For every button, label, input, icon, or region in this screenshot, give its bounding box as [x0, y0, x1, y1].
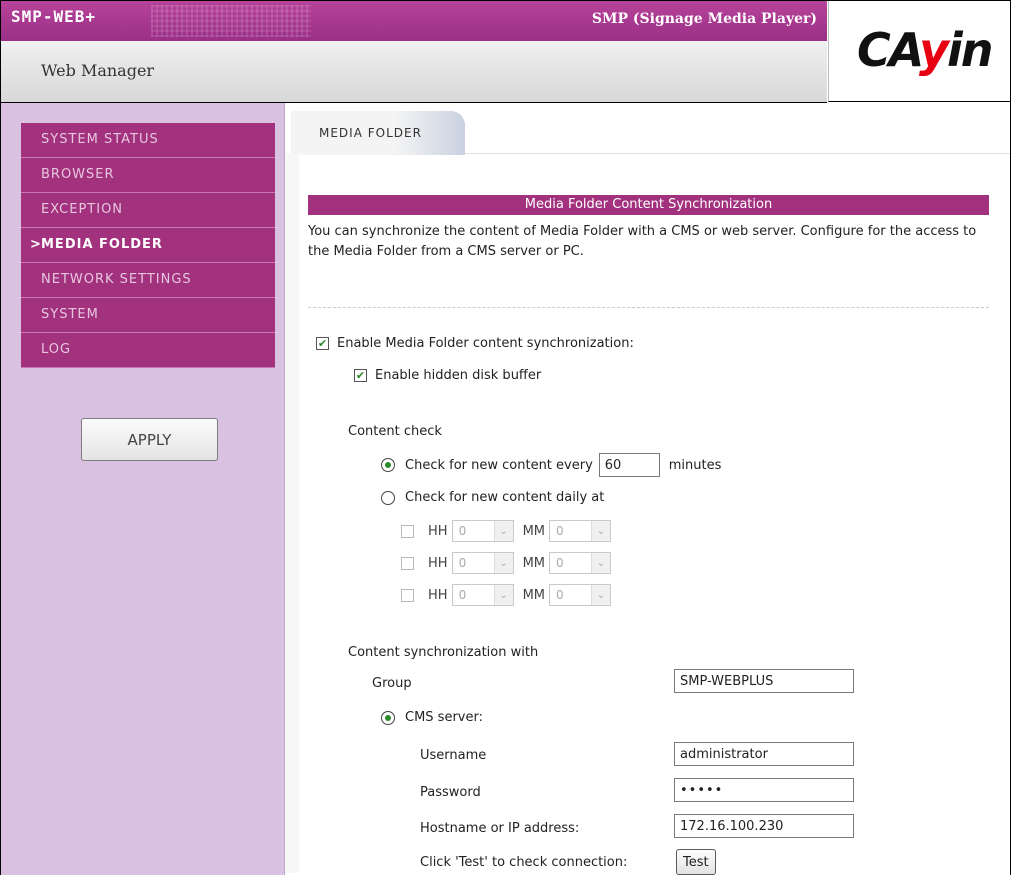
hour-select[interactable]: 0 ⌄ — [451, 552, 514, 574]
product-name: SMP (Signage Media Player) — [591, 11, 817, 27]
section-title: Media Folder Content Synchronization — [308, 195, 989, 215]
daily-slot-row: HH 0 ⌄ MM 0 ⌄ — [401, 552, 611, 574]
hour-select[interactable]: 0 ⌄ — [451, 584, 514, 606]
daily-slot-checkbox[interactable] — [401, 556, 414, 570]
sidebar-item-log[interactable]: LOG — [21, 333, 275, 368]
test-hint: Click 'Test' to check connection: — [420, 855, 628, 870]
cms-server-row: CMS server: — [381, 710, 483, 725]
username-label: Username — [420, 748, 487, 763]
header-pattern — [151, 5, 311, 37]
hour-select[interactable]: 0 ⌄ — [451, 520, 514, 542]
content-gutter — [285, 153, 299, 873]
chevron-down-icon: ⌄ — [493, 553, 513, 573]
section-description: You can synchronize the content of Media… — [308, 224, 977, 259]
daily-slot-checkbox[interactable] — [401, 588, 414, 602]
hidden-buffer-checkbox[interactable]: ✔ — [354, 369, 367, 382]
chevron-down-icon: ⌄ — [591, 521, 610, 541]
radio-selected-dot — [385, 714, 391, 721]
daily-slot-row: HH 0 ⌄ MM 0 ⌄ — [401, 584, 611, 606]
password-input[interactable]: ••••• — [674, 778, 854, 802]
cms-server-label: CMS server: — [405, 710, 483, 725]
tab-media-folder[interactable]: MEDIA FOLDER — [291, 111, 465, 155]
tab-bar: MEDIA FOLDER — [285, 103, 1010, 155]
check-every-label: Check for new content every — [405, 457, 593, 473]
group-input[interactable]: SMP-WEBPLUS — [674, 669, 854, 693]
daily-slot-row: HH 0 ⌄ MM 0 ⌄ — [401, 520, 611, 542]
username-input[interactable]: administrator — [674, 742, 854, 766]
password-label: Password — [420, 785, 481, 800]
header-banner: SMP-WEB+ SMP (Signage Media Player) — [1, 1, 827, 41]
cms-server-radio[interactable] — [381, 710, 395, 725]
sidebar-item-system[interactable]: SYSTEM — [21, 298, 275, 333]
daily-slot-checkbox[interactable] — [401, 524, 414, 538]
sidebar: SYSTEM STATUS BROWSER EXCEPTION > MEDIA F… — [1, 103, 285, 875]
enable-sync-checkbox[interactable]: ✔ — [316, 337, 329, 350]
minute-select[interactable]: 0 ⌄ — [549, 584, 611, 606]
check-every-radio[interactable] — [381, 458, 395, 472]
sync-with-heading: Content synchronization with — [348, 645, 539, 660]
enable-sync-row: ✔ Enable Media Folder content synchroniz… — [316, 336, 634, 351]
chevron-down-icon: ⌄ — [591, 585, 610, 605]
page-title: Web Manager — [41, 61, 155, 80]
check-daily-row: Check for new content daily at — [381, 490, 604, 505]
interval-minutes-input[interactable]: 60 — [598, 453, 660, 477]
header-subbar: Web Manager — [1, 41, 827, 103]
cayin-logo: CAyin — [857, 23, 994, 77]
sidebar-item-exception[interactable]: EXCEPTION — [21, 193, 275, 228]
brand-logo-area: CAyin — [828, 1, 1010, 102]
sidebar-nav: SYSTEM STATUS BROWSER EXCEPTION > MEDIA F… — [21, 123, 275, 368]
enable-sync-label: Enable Media Folder content synchronizat… — [337, 336, 634, 351]
minute-select[interactable]: 0 ⌄ — [549, 552, 611, 574]
check-every-row: Check for new content every 60 minutes — [381, 453, 721, 477]
hidden-buffer-row: ✔ Enable hidden disk buffer — [354, 368, 541, 383]
sidebar-item-browser[interactable]: BROWSER — [21, 158, 275, 193]
chevron-down-icon: ⌄ — [493, 585, 513, 605]
host-label: Hostname or IP address: — [420, 821, 580, 836]
radio-selected-dot — [385, 462, 391, 468]
check-daily-radio[interactable] — [381, 490, 395, 505]
content-check-heading: Content check — [348, 424, 442, 439]
hidden-buffer-label: Enable hidden disk buffer — [375, 368, 542, 383]
divider — [308, 307, 989, 308]
sidebar-item-media-folder[interactable]: > MEDIA FOLDER — [21, 228, 275, 263]
apply-button[interactable]: APPLY — [81, 418, 218, 461]
group-label: Group — [372, 676, 412, 691]
host-input[interactable]: 172.16.100.230 — [674, 814, 854, 838]
active-arrow-icon: > — [30, 237, 42, 252]
product-logo: SMP-WEB+ — [11, 7, 97, 26]
chevron-down-icon: ⌄ — [591, 553, 610, 573]
minute-select[interactable]: 0 ⌄ — [549, 520, 611, 542]
test-connection-button[interactable]: Test — [676, 849, 716, 875]
sidebar-item-system-status[interactable]: SYSTEM STATUS — [21, 123, 275, 158]
minutes-unit: minutes — [668, 457, 722, 473]
chevron-down-icon: ⌄ — [493, 521, 513, 541]
sidebar-item-network-settings[interactable]: NETWORK SETTINGS — [21, 263, 275, 298]
check-daily-label: Check for new content daily at — [405, 490, 605, 505]
